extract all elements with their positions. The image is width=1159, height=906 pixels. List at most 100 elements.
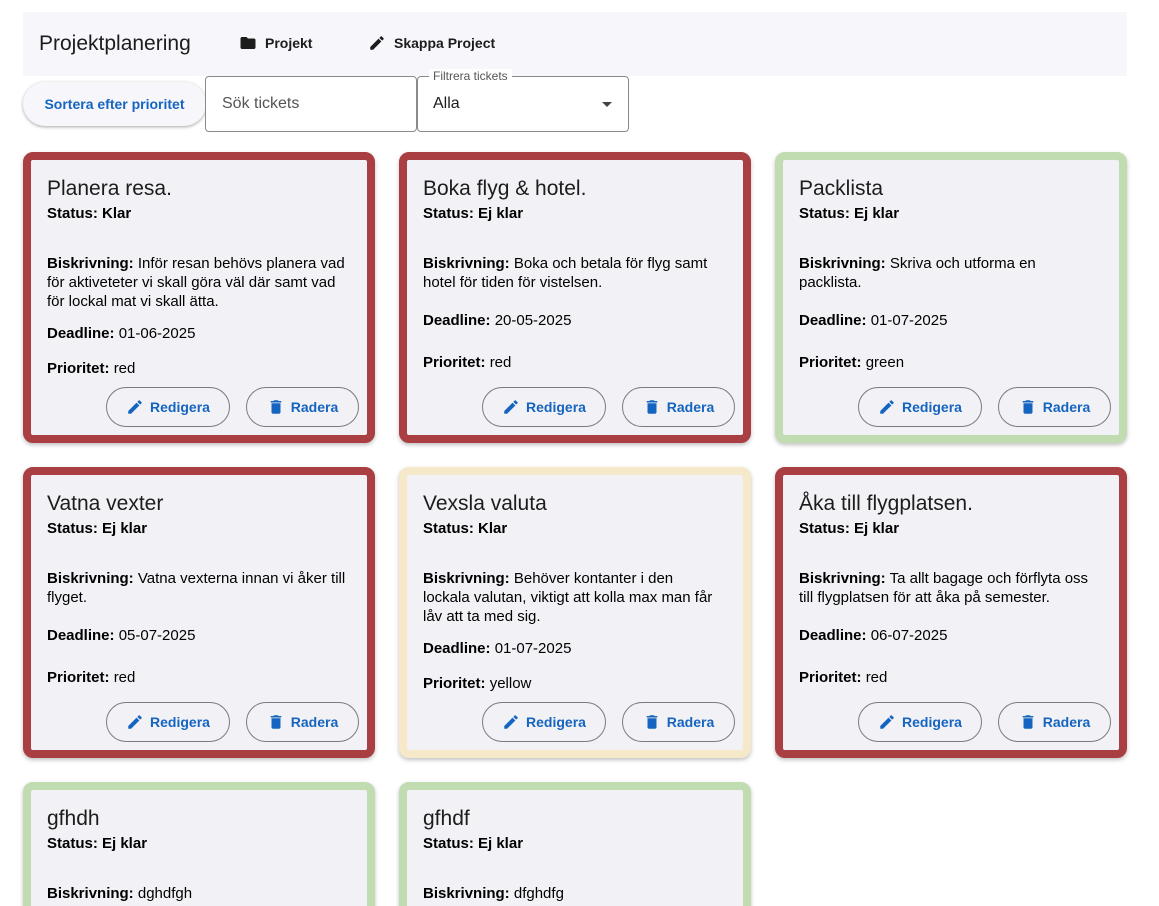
edit-button[interactable]: Redigera (482, 387, 606, 427)
ticket-description: Biskrivning: Behöver kontanter i den loc… (423, 569, 743, 626)
pencil-icon (504, 715, 518, 729)
pencil-icon (504, 400, 518, 414)
delete-label: Radera (290, 399, 339, 415)
sort-by-priority-button[interactable]: Sortera efter prioritet (23, 82, 206, 126)
trash-icon (646, 400, 658, 414)
dropdown-arrow-icon (602, 102, 612, 107)
ticket-title: Boka flyg & hotel. (423, 177, 587, 200)
priority-value: red (865, 669, 888, 686)
priority-label: Prioritet: (799, 669, 862, 686)
edit-button[interactable]: Redigera (858, 702, 982, 742)
ticket-title: Åka till flygplatsen. (799, 492, 973, 515)
ticket-description: Biskrivning: Skriva och utforma en packl… (799, 254, 1119, 292)
ticket-status: Status: Ej klar (47, 835, 148, 852)
edit-button[interactable]: Redigera (106, 702, 230, 742)
description-text: dghdfgh (137, 885, 193, 902)
description-label: Biskrivning: (799, 255, 886, 272)
deadline-value: 06-07-2025 (870, 627, 948, 644)
nav-projekt-button[interactable]: Projekt (239, 34, 312, 52)
description-label: Biskrivning: (799, 570, 886, 587)
ticket-deadline: Deadline: 01-07-2025 (423, 639, 591, 658)
ticket-status: Status: Ej klar (799, 205, 900, 222)
delete-label: Radera (290, 714, 339, 730)
edit-button[interactable]: Redigera (858, 387, 982, 427)
ticket-priority: Prioritet: red (423, 353, 531, 372)
priority-value: yellow (489, 675, 532, 692)
ticket-actions: Redigera Radera (858, 702, 1111, 742)
ticket-actions: Redigera Radera (106, 387, 359, 427)
ticket-deadline: Deadline: 01-06-2025 (47, 324, 215, 343)
deadline-label: Deadline: (799, 627, 867, 644)
delete-button[interactable]: Radera (246, 702, 359, 742)
delete-button[interactable]: Radera (622, 702, 735, 742)
nav-skappa-project-button[interactable]: Skappa Project (368, 34, 495, 52)
filter-tickets-value: Alla (433, 95, 460, 112)
ticket-description: Biskrivning: Ta allt bagage och förflyta… (799, 569, 1119, 607)
deadline-label: Deadline: (47, 627, 115, 644)
priority-label: Prioritet: (423, 354, 486, 371)
delete-label: Radera (666, 714, 715, 730)
ticket-priority: Prioritet: red (47, 668, 155, 687)
edit-label: Redigera (526, 714, 586, 730)
ticket-card: Vatna vexter Status: Ej klar Biskrivning… (23, 467, 375, 758)
deadline-value: 01-07-2025 (870, 312, 948, 329)
trash-icon (646, 715, 658, 729)
ticket-status: Status: Ej klar (423, 205, 524, 222)
ticket-title: gfhdf (423, 807, 470, 830)
ticket-status: Status: Ej klar (799, 520, 900, 537)
ticket-priority: Prioritet: green (799, 353, 924, 372)
priority-label: Prioritet: (799, 354, 862, 371)
delete-button[interactable]: Radera (622, 387, 735, 427)
ticket-card: Vexsla valuta Status: Klar Biskrivning: … (399, 467, 751, 758)
ticket-title: gfhdh (47, 807, 100, 830)
description-text: dfghdfg (513, 885, 564, 902)
ticket-priority: Prioritet: red (799, 668, 907, 687)
priority-value: red (489, 354, 512, 371)
ticket-title: Packlista (799, 177, 884, 200)
edit-label: Redigera (150, 399, 210, 415)
search-tickets-input[interactable] (205, 76, 417, 132)
trash-icon (270, 400, 282, 414)
ticket-actions: Redigera Radera (482, 702, 735, 742)
pencil-icon (880, 400, 894, 414)
app-bar: Projektplanering Projekt Skappa Project (23, 12, 1127, 76)
delete-button[interactable]: Radera (246, 387, 359, 427)
edit-button[interactable]: Redigera (482, 702, 606, 742)
ticket-description: Biskrivning: dfghdfg (423, 884, 584, 903)
app-title: Projektplanering (39, 32, 191, 55)
ticket-status: Status: Klar (423, 520, 508, 537)
edit-label: Redigera (150, 714, 210, 730)
ticket-status: Status: Klar (47, 205, 132, 222)
trash-icon (270, 715, 282, 729)
ticket-status: Status: Ej klar (47, 520, 148, 537)
nav-skappa-project-label: Skappa Project (394, 35, 496, 51)
ticket-status: Status: Ej klar (423, 835, 524, 852)
ticket-deadline: Deadline: 05-07-2025 (47, 626, 215, 645)
description-label: Biskrivning: (423, 570, 510, 587)
deadline-value: 01-06-2025 (118, 325, 196, 342)
ticket-title: Vexsla valuta (423, 492, 547, 515)
filter-tickets-label: Filtrera tickets (429, 69, 512, 83)
description-label: Biskrivning: (423, 255, 510, 272)
filter-tickets-select[interactable]: Filtrera tickets Alla (417, 69, 629, 132)
delete-button[interactable]: Radera (998, 702, 1111, 742)
priority-label: Prioritet: (423, 675, 486, 692)
deadline-value: 20-05-2025 (494, 312, 572, 329)
edit-label: Redigera (902, 714, 962, 730)
ticket-title: Planera resa. (47, 177, 172, 200)
ticket-description: Biskrivning: Vatna vexterna innan vi åke… (47, 569, 367, 607)
edit-label: Redigera (526, 399, 586, 415)
edit-button[interactable]: Redigera (106, 387, 230, 427)
delete-button[interactable]: Radera (998, 387, 1111, 427)
priority-value: red (113, 669, 136, 686)
ticket-title: Vatna vexter (47, 492, 164, 515)
nav-projekt-label: Projekt (265, 35, 313, 51)
deadline-label: Deadline: (423, 312, 491, 329)
ticket-description: Biskrivning: Boka och betala för flyg sa… (423, 254, 743, 292)
deadline-label: Deadline: (799, 312, 867, 329)
ticket-card: Boka flyg & hotel. Status: Ej klar Biskr… (399, 152, 751, 443)
trash-icon (1022, 400, 1034, 414)
ticket-actions: Redigera Radera (858, 387, 1111, 427)
folder-icon (240, 37, 256, 49)
description-label: Biskrivning: (47, 255, 134, 272)
